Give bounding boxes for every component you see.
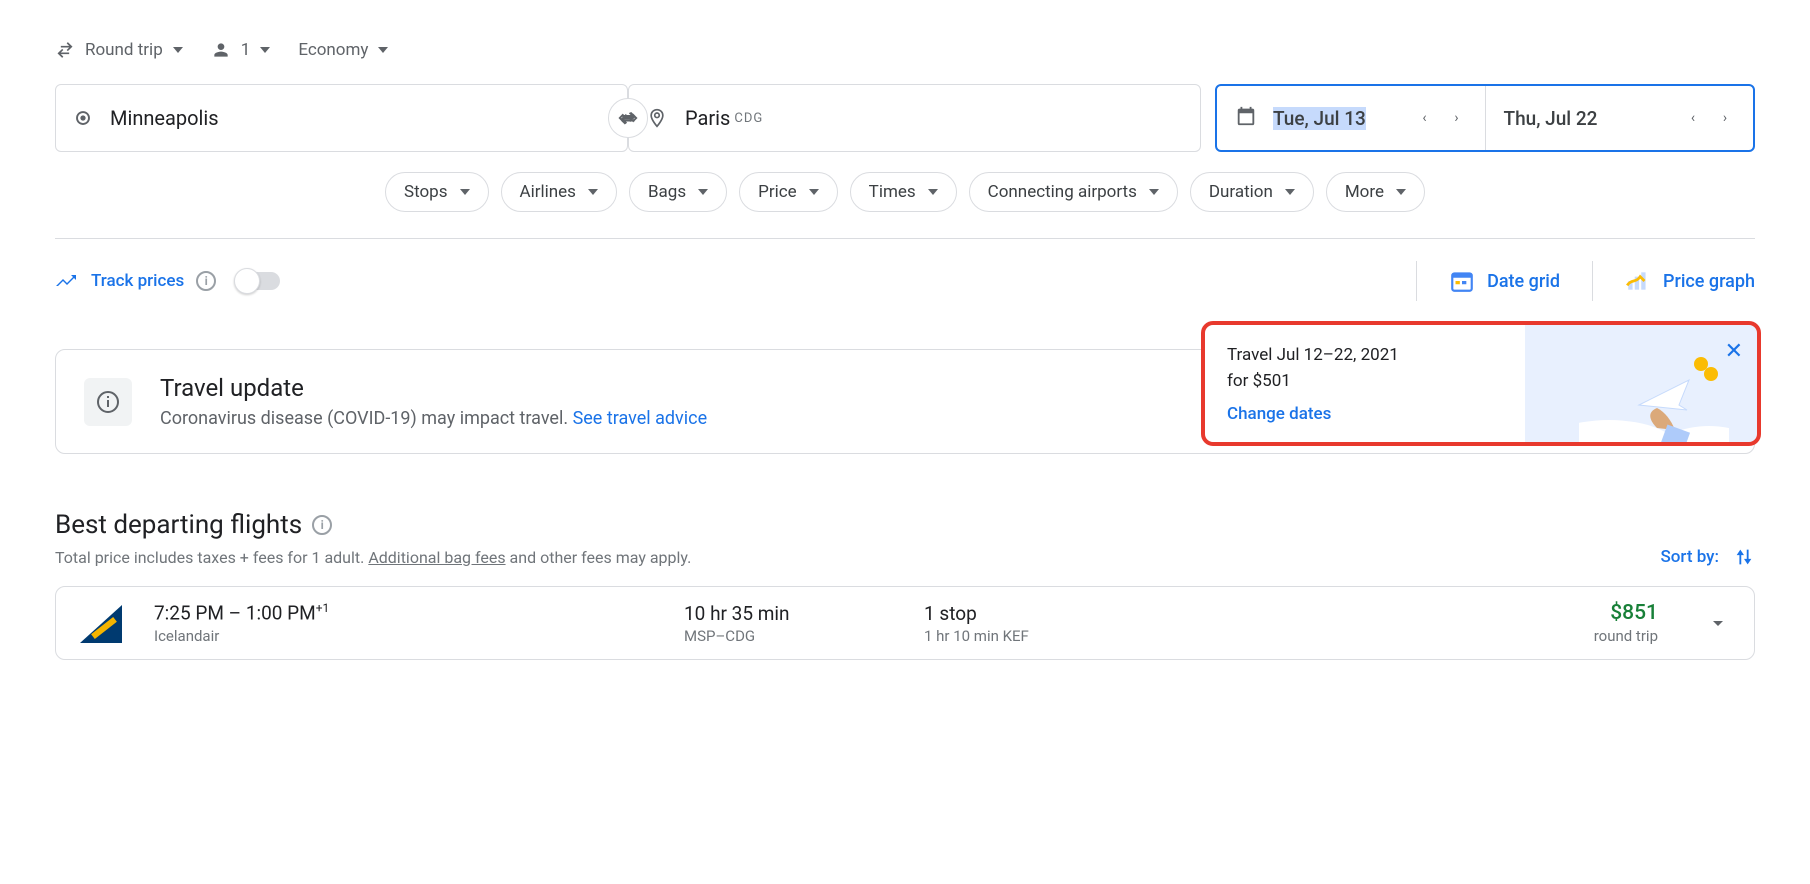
- update-text: Coronavirus disease (COVID-19) may impac…: [160, 408, 707, 429]
- price-tip-card: Travel Jul 12–22, 2021 for $501 Change d…: [1201, 321, 1761, 446]
- chevron-down-icon: [588, 189, 598, 195]
- destination-value: Paris: [685, 106, 730, 130]
- depart-prev-day[interactable]: ‹: [1411, 104, 1439, 132]
- track-prices-label: Track prices: [91, 271, 184, 291]
- tip-caret: [1315, 321, 1335, 325]
- trip-options-row: Round trip 1 Economy: [55, 40, 1755, 60]
- chevron-down-icon[interactable]: [1706, 611, 1730, 635]
- date-range-input: Tue, Jul 13 ‹ › Thu, Jul 22 ‹ ›: [1215, 84, 1755, 152]
- track-row: Track prices i Date grid Price graph Tra…: [55, 261, 1755, 301]
- passengers-dropdown[interactable]: 1: [211, 40, 271, 60]
- filter-chip-row: Stops Airlines Bags Price Times Connecti…: [55, 172, 1755, 212]
- origin-input[interactable]: Minneapolis: [55, 84, 628, 152]
- info-icon[interactable]: i: [312, 515, 332, 535]
- swap-arrows-icon: [55, 40, 75, 60]
- flight-price-sub: round trip: [1594, 627, 1658, 645]
- origin-dest-wrap: Minneapolis ⇄ Paris CDG: [55, 84, 1201, 152]
- destination-code: CDG: [734, 111, 763, 126]
- search-row: Minneapolis ⇄ Paris CDG Tue, Jul 13 ‹ ›: [55, 84, 1755, 152]
- chevron-down-icon: [809, 189, 819, 195]
- divider: [1416, 261, 1417, 301]
- airline-logo: [80, 601, 124, 645]
- sort-by-control[interactable]: Sort by:: [1660, 546, 1755, 568]
- bag-fees-link[interactable]: Additional bag fees: [368, 548, 505, 567]
- paper-plane-illustration: [1579, 350, 1729, 446]
- track-prices-group: Track prices i: [55, 269, 280, 293]
- chevron-down-icon: [260, 47, 270, 53]
- update-title: Travel update: [160, 374, 707, 402]
- chevron-down-icon: [378, 47, 388, 53]
- flight-layover: 1 hr 10 min KEF: [924, 627, 1164, 645]
- change-dates-link[interactable]: Change dates: [1227, 404, 1331, 424]
- cabin-class-dropdown[interactable]: Economy: [298, 40, 388, 60]
- divider: [1592, 261, 1593, 301]
- calendar-icon: [1235, 105, 1257, 131]
- return-date-field[interactable]: Thu, Jul 22 ‹ ›: [1486, 86, 1754, 150]
- flight-duration: 10 hr 35 min: [684, 602, 894, 625]
- section-title: Best departing flights i: [55, 510, 1755, 540]
- origin-icon: [74, 109, 92, 127]
- chevron-down-icon: [1149, 189, 1159, 195]
- chevron-down-icon: [1285, 189, 1295, 195]
- destination-input[interactable]: Paris CDG: [628, 84, 1201, 152]
- price-graph-link[interactable]: Price graph: [1625, 268, 1755, 294]
- departure-date-field[interactable]: Tue, Jul 13 ‹ ›: [1217, 86, 1486, 150]
- trip-type-dropdown[interactable]: Round trip: [55, 40, 183, 60]
- flight-airline: Icelandair: [154, 627, 654, 645]
- filter-airlines[interactable]: Airlines: [501, 172, 617, 212]
- filter-times[interactable]: Times: [850, 172, 957, 212]
- return-date-value: Thu, Jul 22: [1504, 107, 1598, 130]
- chevron-down-icon: [698, 189, 708, 195]
- chevron-down-icon: [1396, 189, 1406, 195]
- flight-result-row[interactable]: 7:25 PM – 1:00 PM+1 Icelandair 10 hr 35 …: [55, 586, 1755, 660]
- chevron-down-icon: [928, 189, 938, 195]
- filter-stops[interactable]: Stops: [385, 172, 489, 212]
- swap-button[interactable]: ⇄: [608, 98, 648, 138]
- chevron-down-icon: [173, 47, 183, 53]
- return-prev-day[interactable]: ‹: [1679, 104, 1707, 132]
- return-next-day[interactable]: ›: [1711, 104, 1739, 132]
- date-grid-link[interactable]: Date grid: [1449, 268, 1560, 294]
- filter-price[interactable]: Price: [739, 172, 838, 212]
- filter-connecting-airports[interactable]: Connecting airports: [969, 172, 1178, 212]
- chevron-down-icon: [460, 189, 470, 195]
- flight-route: MSP–CDG: [684, 627, 894, 645]
- departure-date-value: Tue, Jul 13: [1273, 107, 1366, 130]
- bar-chart-icon: [1625, 268, 1651, 294]
- section-subtitle: Total price includes taxes + fees for 1 …: [55, 548, 691, 567]
- section-sub-row: Total price includes taxes + fees for 1 …: [55, 546, 1755, 568]
- flight-times: 7:25 PM – 1:00 PM+1: [154, 601, 654, 624]
- trip-type-label: Round trip: [85, 40, 163, 60]
- origin-value: Minneapolis: [110, 106, 219, 130]
- flight-price: $851: [1594, 601, 1658, 625]
- travel-advice-link[interactable]: See travel advice: [573, 408, 708, 429]
- track-prices-toggle[interactable]: [236, 272, 280, 290]
- filter-more[interactable]: More: [1326, 172, 1425, 212]
- filter-duration[interactable]: Duration: [1190, 172, 1314, 212]
- filter-bags[interactable]: Bags: [629, 172, 727, 212]
- info-box-icon: [84, 378, 132, 426]
- divider: [55, 238, 1755, 239]
- sort-arrows-icon: [1733, 546, 1755, 568]
- location-pin-icon: [647, 106, 667, 130]
- cabin-class-label: Economy: [298, 40, 368, 60]
- calendar-grid-icon: [1449, 268, 1475, 294]
- info-icon[interactable]: i: [196, 271, 216, 291]
- trend-icon: [55, 269, 79, 293]
- flight-stops: 1 stop: [924, 602, 1164, 625]
- passenger-count: 1: [241, 40, 251, 60]
- person-icon: [211, 40, 231, 60]
- depart-next-day[interactable]: ›: [1443, 104, 1471, 132]
- info-icon: [96, 390, 120, 414]
